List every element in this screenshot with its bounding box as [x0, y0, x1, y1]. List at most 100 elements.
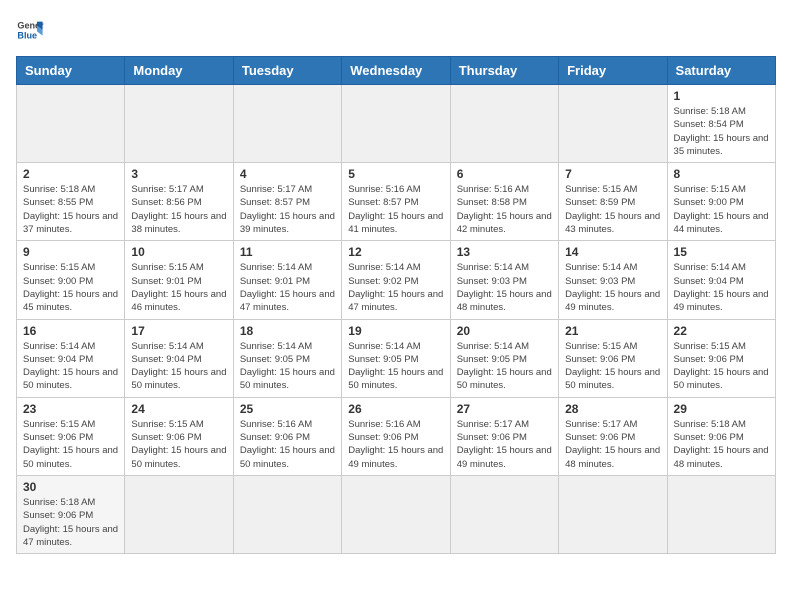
week-row-0: 1Sunrise: 5:18 AM Sunset: 8:54 PM Daylig…	[17, 85, 776, 163]
day-number-4: 4	[240, 167, 335, 181]
calendar-cell-3-1: 17 Sunrise: 5:14 AM Sunset: 9:04 PM Dayli…	[125, 319, 233, 397]
day-info-16: Sunrise: 5:14 AM Sunset: 9:04 PM Dayligh…	[23, 340, 118, 393]
day-info-6: Sunrise: 5:16 AM Sunset: 8:58 PM Dayligh…	[457, 183, 552, 236]
calendar-cell-4-2: 25 Sunrise: 5:16 AM Sunset: 9:06 PM Dayli…	[233, 397, 341, 475]
calendar-cell-4-4: 27 Sunrise: 5:17 AM Sunset: 9:06 PM Dayli…	[450, 397, 558, 475]
calendar-cell-5-4	[450, 475, 558, 553]
header-monday: Monday	[125, 57, 233, 85]
calendar-cell-2-0: 9 Sunrise: 5:15 AM Sunset: 9:00 PM Daylig…	[17, 241, 125, 319]
week-row-2: 9 Sunrise: 5:15 AM Sunset: 9:00 PM Daylig…	[17, 241, 776, 319]
calendar-cell-2-2: 11 Sunrise: 5:14 AM Sunset: 9:01 PM Dayli…	[233, 241, 341, 319]
day-info-14: Sunrise: 5:14 AM Sunset: 9:03 PM Dayligh…	[565, 261, 660, 314]
day-number-26: 26	[348, 402, 443, 416]
day-info-5: Sunrise: 5:16 AM Sunset: 8:57 PM Dayligh…	[348, 183, 443, 236]
calendar-cell-4-1: 24Sunrise: 5:15 AM Sunset: 9:06 PM Dayli…	[125, 397, 233, 475]
day-number-30: 30	[23, 480, 118, 494]
day-number-29: 29	[674, 402, 769, 416]
day-info-27: Sunrise: 5:17 AM Sunset: 9:06 PM Dayligh…	[457, 418, 552, 471]
day-info-23: Sunrise: 5:15 AM Sunset: 9:06 PM Dayligh…	[23, 418, 118, 471]
week-row-5: 30 Sunrise: 5:18 AM Sunset: 9:06 PM Dayli…	[17, 475, 776, 553]
calendar-cell-2-6: 15 Sunrise: 5:14 AM Sunset: 9:04 PM Dayli…	[667, 241, 775, 319]
calendar-table: SundayMondayTuesdayWednesdayThursdayFrid…	[16, 56, 776, 554]
day-number-14: 14	[565, 245, 660, 259]
calendar-cell-5-3	[342, 475, 450, 553]
day-number-6: 6	[457, 167, 552, 181]
calendar-cell-0-5	[559, 85, 667, 163]
day-info-25: Sunrise: 5:16 AM Sunset: 9:06 PM Dayligh…	[240, 418, 335, 471]
day-info-2: Sunrise: 5:18 AM Sunset: 8:55 PM Dayligh…	[23, 183, 118, 236]
calendar-cell-1-5: 7 Sunrise: 5:15 AM Sunset: 8:59 PM Daylig…	[559, 163, 667, 241]
calendar-cell-2-3: 12 Sunrise: 5:14 AM Sunset: 9:02 PM Dayli…	[342, 241, 450, 319]
header-thursday: Thursday	[450, 57, 558, 85]
week-row-3: 16 Sunrise: 5:14 AM Sunset: 9:04 PM Dayli…	[17, 319, 776, 397]
header-sunday: Sunday	[17, 57, 125, 85]
day-number-27: 27	[457, 402, 552, 416]
logo: General Blue	[16, 16, 44, 44]
svg-text:Blue: Blue	[17, 30, 37, 40]
calendar-cell-0-1	[125, 85, 233, 163]
day-info-22: Sunrise: 5:15 AM Sunset: 9:06 PM Dayligh…	[674, 340, 769, 393]
calendar-cell-5-5	[559, 475, 667, 553]
calendar-cell-1-3: 5 Sunrise: 5:16 AM Sunset: 8:57 PM Daylig…	[342, 163, 450, 241]
header-saturday: Saturday	[667, 57, 775, 85]
weekday-header-row: SundayMondayTuesdayWednesdayThursdayFrid…	[17, 57, 776, 85]
day-number-21: 21	[565, 324, 660, 338]
day-info-30: Sunrise: 5:18 AM Sunset: 9:06 PM Dayligh…	[23, 496, 118, 549]
day-info-15: Sunrise: 5:14 AM Sunset: 9:04 PM Dayligh…	[674, 261, 769, 314]
calendar-cell-1-4: 6 Sunrise: 5:16 AM Sunset: 8:58 PM Daylig…	[450, 163, 558, 241]
calendar-cell-0-4	[450, 85, 558, 163]
calendar-cell-1-1: 3Sunrise: 5:17 AM Sunset: 8:56 PM Daylig…	[125, 163, 233, 241]
calendar-header: General Blue	[16, 16, 776, 44]
calendar-cell-3-2: 18 Sunrise: 5:14 AM Sunset: 9:05 PM Dayli…	[233, 319, 341, 397]
day-number-12: 12	[348, 245, 443, 259]
calendar-cell-0-0	[17, 85, 125, 163]
day-number-28: 28	[565, 402, 660, 416]
day-info-12: Sunrise: 5:14 AM Sunset: 9:02 PM Dayligh…	[348, 261, 443, 314]
logo-icon: General Blue	[16, 16, 44, 44]
week-row-4: 23 Sunrise: 5:15 AM Sunset: 9:06 PM Dayli…	[17, 397, 776, 475]
day-info-9: Sunrise: 5:15 AM Sunset: 9:00 PM Dayligh…	[23, 261, 118, 314]
day-number-18: 18	[240, 324, 335, 338]
day-number-8: 8	[674, 167, 769, 181]
day-number-25: 25	[240, 402, 335, 416]
calendar-cell-2-5: 14 Sunrise: 5:14 AM Sunset: 9:03 PM Dayli…	[559, 241, 667, 319]
calendar-cell-5-0: 30 Sunrise: 5:18 AM Sunset: 9:06 PM Dayli…	[17, 475, 125, 553]
day-number-2: 2	[23, 167, 118, 181]
calendar-cell-2-1: 10 Sunrise: 5:15 AM Sunset: 9:01 PM Dayli…	[125, 241, 233, 319]
header-friday: Friday	[559, 57, 667, 85]
calendar-cell-5-2	[233, 475, 341, 553]
day-info-7: Sunrise: 5:15 AM Sunset: 8:59 PM Dayligh…	[565, 183, 660, 236]
day-info-4: Sunrise: 5:17 AM Sunset: 8:57 PM Dayligh…	[240, 183, 335, 236]
day-number-11: 11	[240, 245, 335, 259]
day-info-11: Sunrise: 5:14 AM Sunset: 9:01 PM Dayligh…	[240, 261, 335, 314]
calendar-cell-1-6: 8Sunrise: 5:15 AM Sunset: 9:00 PM Daylig…	[667, 163, 775, 241]
calendar-cell-3-4: 20Sunrise: 5:14 AM Sunset: 9:05 PM Dayli…	[450, 319, 558, 397]
day-number-9: 9	[23, 245, 118, 259]
day-info-24: Sunrise: 5:15 AM Sunset: 9:06 PM Dayligh…	[131, 418, 226, 471]
day-number-13: 13	[457, 245, 552, 259]
day-number-23: 23	[23, 402, 118, 416]
day-number-5: 5	[348, 167, 443, 181]
day-number-20: 20	[457, 324, 552, 338]
day-number-22: 22	[674, 324, 769, 338]
calendar-cell-4-5: 28 Sunrise: 5:17 AM Sunset: 9:06 PM Dayli…	[559, 397, 667, 475]
day-number-15: 15	[674, 245, 769, 259]
day-number-10: 10	[131, 245, 226, 259]
header-tuesday: Tuesday	[233, 57, 341, 85]
day-number-3: 3	[131, 167, 226, 181]
calendar-cell-1-0: 2 Sunrise: 5:18 AM Sunset: 8:55 PM Daylig…	[17, 163, 125, 241]
calendar-cell-0-6: 1Sunrise: 5:18 AM Sunset: 8:54 PM Daylig…	[667, 85, 775, 163]
day-info-28: Sunrise: 5:17 AM Sunset: 9:06 PM Dayligh…	[565, 418, 660, 471]
day-info-18: Sunrise: 5:14 AM Sunset: 9:05 PM Dayligh…	[240, 340, 335, 393]
day-info-17: Sunrise: 5:14 AM Sunset: 9:04 PM Dayligh…	[131, 340, 226, 393]
day-info-13: Sunrise: 5:14 AM Sunset: 9:03 PM Dayligh…	[457, 261, 552, 314]
calendar-cell-4-6: 29Sunrise: 5:18 AM Sunset: 9:06 PM Dayli…	[667, 397, 775, 475]
calendar-cell-3-0: 16 Sunrise: 5:14 AM Sunset: 9:04 PM Dayli…	[17, 319, 125, 397]
day-info-10: Sunrise: 5:15 AM Sunset: 9:01 PM Dayligh…	[131, 261, 226, 314]
day-number-7: 7	[565, 167, 660, 181]
calendar-cell-3-5: 21Sunrise: 5:15 AM Sunset: 9:06 PM Dayli…	[559, 319, 667, 397]
day-number-16: 16	[23, 324, 118, 338]
day-info-26: Sunrise: 5:16 AM Sunset: 9:06 PM Dayligh…	[348, 418, 443, 471]
day-number-17: 17	[131, 324, 226, 338]
day-info-1: Sunrise: 5:18 AM Sunset: 8:54 PM Dayligh…	[674, 105, 769, 158]
